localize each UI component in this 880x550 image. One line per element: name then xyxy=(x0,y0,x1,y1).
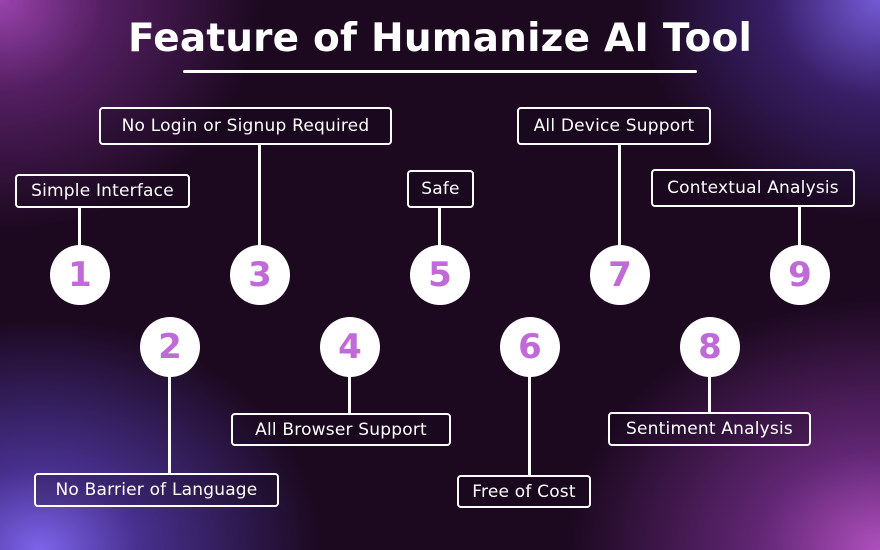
connector-2 xyxy=(168,375,171,475)
feature-number-2: 2 xyxy=(140,317,200,377)
feature-label-3: No Login or Signup Required xyxy=(99,107,392,145)
connector-4 xyxy=(348,375,351,415)
feature-number-8: 8 xyxy=(680,317,740,377)
feature-number-7: 7 xyxy=(590,245,650,305)
feature-label-7: All Device Support xyxy=(517,107,711,145)
title-underline xyxy=(183,70,697,73)
connector-8 xyxy=(708,375,711,414)
feature-number-1: 1 xyxy=(50,245,110,305)
feature-label-5: Safe xyxy=(407,170,474,208)
feature-label-8: Sentiment Analysis xyxy=(608,412,811,446)
feature-label-9: Contextual Analysis xyxy=(651,169,855,207)
feature-number-9: 9 xyxy=(770,245,830,305)
feature-label-1: Simple Interface xyxy=(15,174,190,208)
page-title: Feature of Humanize AI Tool xyxy=(127,16,753,61)
feature-number-6: 6 xyxy=(500,317,560,377)
feature-number-4: 4 xyxy=(320,317,380,377)
connector-7 xyxy=(618,143,621,247)
connector-1 xyxy=(78,207,81,247)
feature-label-2: No Barrier of Language xyxy=(34,473,279,507)
connector-5 xyxy=(438,206,441,247)
feature-number-3: 3 xyxy=(230,245,290,305)
connector-3 xyxy=(258,143,261,247)
feature-label-4: All Browser Support xyxy=(231,413,451,446)
connector-9 xyxy=(798,205,801,247)
feature-number-5: 5 xyxy=(410,245,470,305)
connector-6 xyxy=(528,375,531,477)
feature-label-6: Free of Cost xyxy=(457,475,591,508)
